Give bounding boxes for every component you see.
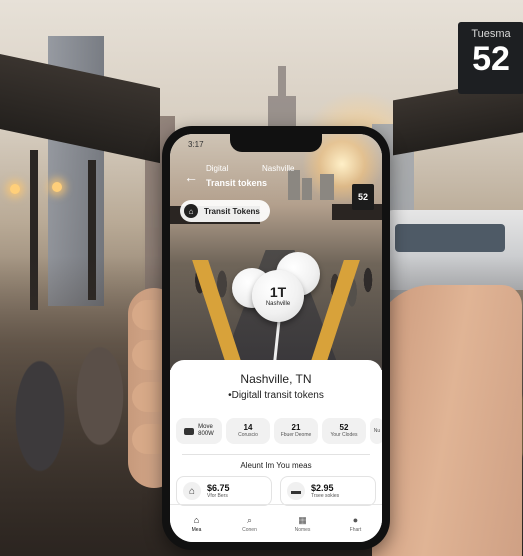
lamp — [52, 182, 62, 192]
card-subtitle: •Digitall transit tokens — [228, 390, 324, 401]
price-label: Vfor Bers — [207, 492, 228, 499]
price-label: Trsee sokies — [311, 492, 340, 499]
status-time: 3:17 — [188, 140, 204, 149]
stat-chip[interactable]: 14 Coruscio — [226, 418, 270, 444]
route-sign-number: 52 — [472, 40, 510, 78]
tab-mea[interactable]: ⌂ Mea — [170, 505, 223, 542]
tab-fhart[interactable]: ● Fhart — [329, 505, 382, 542]
stat-chip[interactable]: Nu — [370, 418, 382, 444]
phone-notch — [230, 134, 322, 152]
bus-icon: ▬ — [287, 482, 305, 500]
route-sign-mini: 52 — [352, 184, 374, 210]
stat-label: Your Clodes — [330, 432, 358, 438]
home-icon: ⌂ — [183, 482, 201, 500]
token-label: Nashville — [265, 301, 291, 307]
search-icon: ⌕ — [246, 514, 253, 525]
bus-icon — [184, 427, 195, 435]
stat-label: Nu — [373, 427, 381, 434]
pill-label: Transit Tokens — [204, 206, 260, 216]
stat-chip[interactable]: Move 800W — [176, 418, 222, 444]
tab-label: Nomes — [294, 526, 311, 533]
price-card[interactable]: ▬ $2.95 Trsee sokies — [280, 476, 376, 506]
stat-chip[interactable]: 21 Fbuer Deome — [274, 418, 318, 444]
stat-value: 14 — [243, 423, 253, 432]
right-hand — [372, 285, 522, 556]
building — [320, 174, 334, 200]
lamp — [10, 184, 20, 194]
phone: 3:17 ← Digital Nashville Transit tokens … — [162, 126, 390, 550]
token-coin-main[interactable]: 1T Nashville — [252, 270, 304, 322]
stat-chip[interactable]: 52 Your Clodes — [322, 418, 366, 444]
building — [288, 170, 300, 200]
price-value: $2.95 — [311, 482, 334, 493]
grid-icon: ▦ — [298, 514, 307, 525]
header-title-line1: Digital — [206, 164, 229, 173]
tab-nomes[interactable]: ▦ Nomes — [276, 505, 329, 542]
person-icon: ● — [352, 514, 359, 525]
building — [302, 178, 312, 200]
home-icon: ⌂ — [193, 514, 200, 525]
bottom-tab-bar: ⌂ Mea ⌕ Conen ▦ Nomes ● Fhart — [170, 504, 382, 542]
stat-label: Coruscio — [238, 432, 258, 438]
header-city: Nashville — [262, 164, 295, 173]
tab-label: Conen — [242, 526, 257, 533]
home-icon: ⌂ — [184, 204, 198, 218]
price-row: ⌂ $6.75 Vfor Bers ▬ $2.95 Trsee sokies — [176, 476, 376, 506]
info-card: Nashville, TN •Digitall transit tokens M… — [170, 360, 382, 542]
transit-tokens-pill[interactable]: ⌂ Transit Tokens — [180, 200, 270, 222]
price-value: $6.75 — [207, 482, 230, 493]
tab-label: Fhart — [349, 526, 362, 533]
stat-label: Fbuer Deome — [280, 432, 312, 438]
stat-label: 800W — [198, 431, 214, 437]
token-number: 1T — [269, 284, 287, 300]
tab-label: Mea — [191, 526, 202, 533]
city-name: Nashville, TN — [240, 372, 312, 386]
route-sign: Tuesma 52 — [458, 22, 523, 94]
arrow-left-icon[interactable]: ← — [184, 170, 198, 184]
tab-conen[interactable]: ⌕ Conen — [223, 505, 276, 542]
phone-screen: 3:17 ← Digital Nashville Transit tokens … — [170, 134, 382, 542]
section-title: Aleunt Im You meas — [240, 461, 312, 470]
header-title-line2: Transit tokens — [206, 178, 268, 188]
price-card[interactable]: ⌂ $6.75 Vfor Bers — [176, 476, 272, 506]
stat-value: 52 — [339, 423, 349, 432]
route-sign-label: Tuesma — [471, 28, 511, 40]
stat-value: 21 — [291, 423, 301, 432]
divider — [182, 454, 370, 455]
stats-row: Move 800W 14 Coruscio 21 Fbuer Deome 52 … — [176, 418, 382, 444]
stat-value: Move — [198, 424, 213, 430]
